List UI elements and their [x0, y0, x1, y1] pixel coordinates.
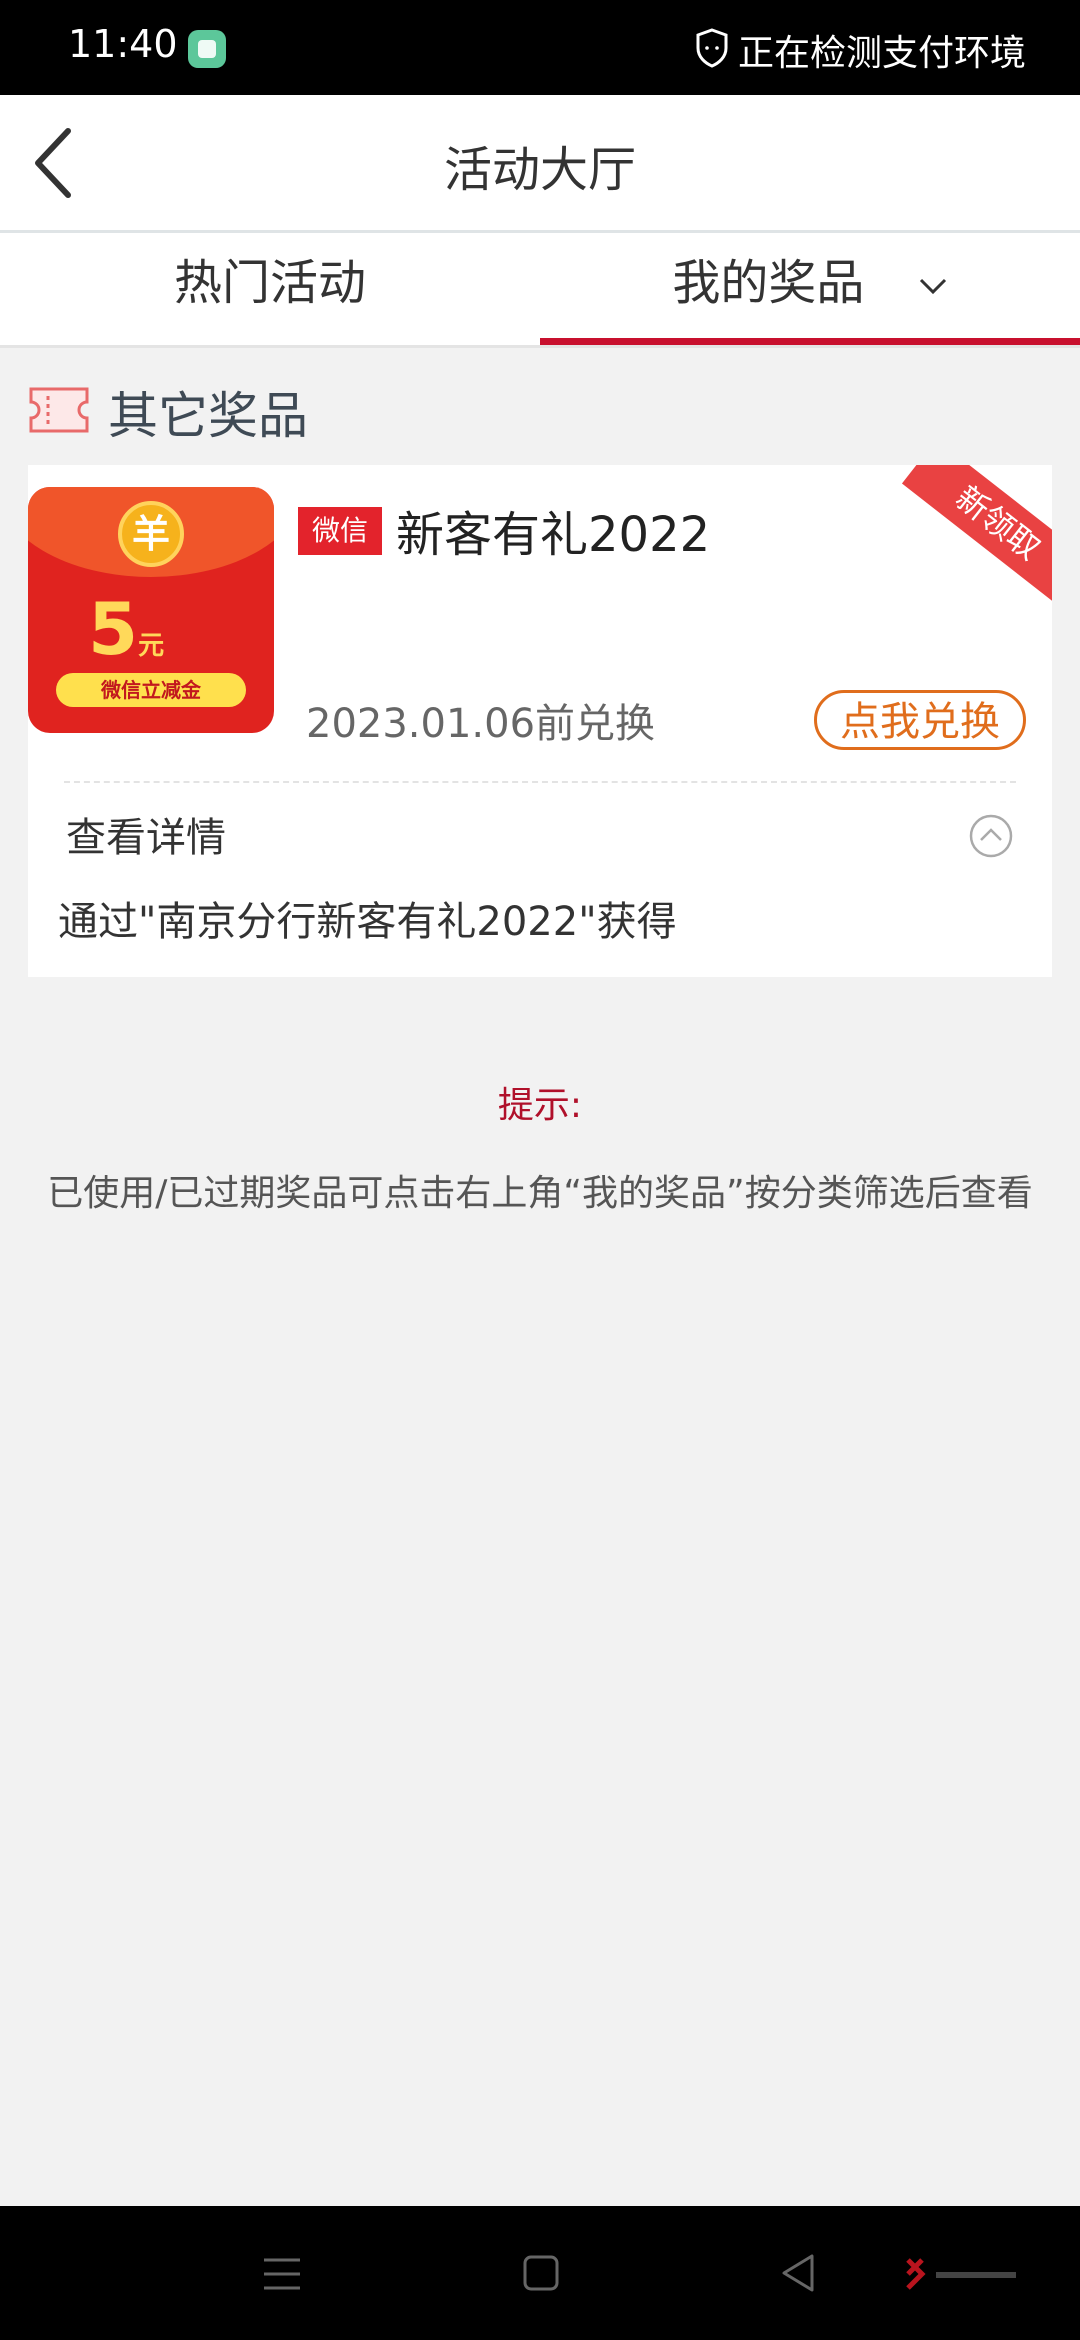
tab-my-prizes[interactable]: 我的奖品	[540, 233, 1080, 345]
redeem-deadline: 2023.01.06前兑换	[306, 701, 656, 747]
prize-card: 羊 5元 微信立减金 微信 新客有礼2022 新领取 2023.01.06前兑换…	[28, 465, 1052, 977]
chevron-down-icon[interactable]	[918, 276, 948, 296]
status-time: 11:40	[68, 22, 178, 66]
active-tab-indicator	[540, 338, 1080, 345]
prize-amount-number: 5	[88, 587, 139, 671]
prize-image-label: 微信立减金	[56, 673, 246, 707]
app-notification-icon	[188, 30, 226, 68]
red-packet-image: 羊 5元 微信立减金	[28, 487, 274, 733]
chevron-up-circle-icon[interactable]	[968, 813, 1014, 859]
section-title: 其它奖品	[108, 387, 308, 445]
tab-hot-label: 热门活动	[173, 255, 366, 311]
divider	[0, 345, 1080, 348]
view-details-label[interactable]: 查看详情	[66, 805, 226, 863]
tab-mine-label: 我的奖品	[672, 255, 865, 311]
tab-bar: 热门活动 我的奖品	[0, 233, 1080, 345]
page-title: 活动大厅	[443, 142, 636, 198]
coin-icon: 羊	[118, 501, 184, 567]
system-nav-bar	[0, 2206, 1080, 2340]
back-icon[interactable]	[780, 2252, 816, 2294]
ticket-icon	[29, 387, 89, 433]
prize-amount: 5元	[88, 587, 164, 671]
menu-icon[interactable]	[262, 2256, 302, 2292]
redeem-button[interactable]: 点我兑换	[814, 690, 1026, 750]
dashed-divider	[64, 781, 1016, 783]
prize-source-text: 通过"南京分行新客有礼2022"获得	[58, 899, 677, 945]
platform-badge: 微信	[298, 507, 382, 555]
home-icon[interactable]	[522, 2254, 560, 2292]
app-header: 活动大厅	[0, 95, 1080, 233]
prize-amount-unit: 元	[138, 631, 165, 661]
prize-name: 新客有礼2022	[396, 507, 711, 563]
tab-hot-activities[interactable]: 热门活动	[0, 233, 540, 345]
brand-watermark-icon	[906, 2258, 1016, 2290]
shield-icon	[696, 28, 728, 68]
status-bar: 11:40 正在检测支付环境	[0, 0, 1080, 95]
payment-env-status: 正在检测支付环境	[738, 33, 1027, 74]
tip-title: 提示:	[497, 1085, 583, 1126]
corner-tag: 新领取	[901, 465, 1052, 601]
tip-text: 已使用/已过期奖品可点击右上角“我的奖品”按分类筛选后查看	[47, 1173, 1033, 1214]
new-received-ribbon: 新领取	[882, 465, 1052, 601]
